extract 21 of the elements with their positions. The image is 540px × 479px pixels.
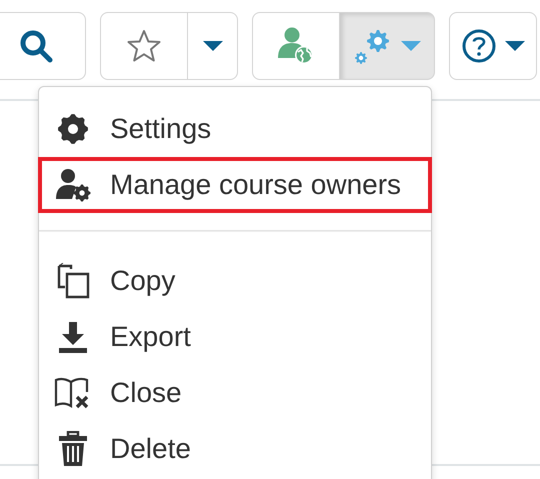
menu-item[interactable]: Delete (38, 421, 432, 477)
gear-icon (56, 112, 90, 146)
help-icon (461, 28, 497, 64)
dropdown-button[interactable] (188, 12, 238, 80)
toolbar-button[interactable] (0, 12, 86, 80)
menu-item[interactable]: Manage course owners (38, 157, 432, 213)
caret-icon (202, 41, 222, 51)
trash-icon (58, 431, 88, 467)
star-icon (127, 29, 161, 63)
menu-item[interactable]: Settings (38, 101, 432, 157)
user-gear-icon (55, 168, 91, 202)
menu-item[interactable]: Copy (38, 253, 432, 309)
caret-icon (505, 41, 525, 51)
download-icon (56, 320, 90, 354)
menu-item[interactable]: Export (38, 309, 432, 365)
menu-item[interactable]: Close (38, 365, 432, 421)
caret-icon (401, 41, 421, 51)
toolbar-button[interactable] (100, 12, 188, 80)
search-icon (19, 29, 53, 63)
copy-icon (55, 263, 91, 299)
toolbar-button[interactable] (449, 12, 537, 80)
